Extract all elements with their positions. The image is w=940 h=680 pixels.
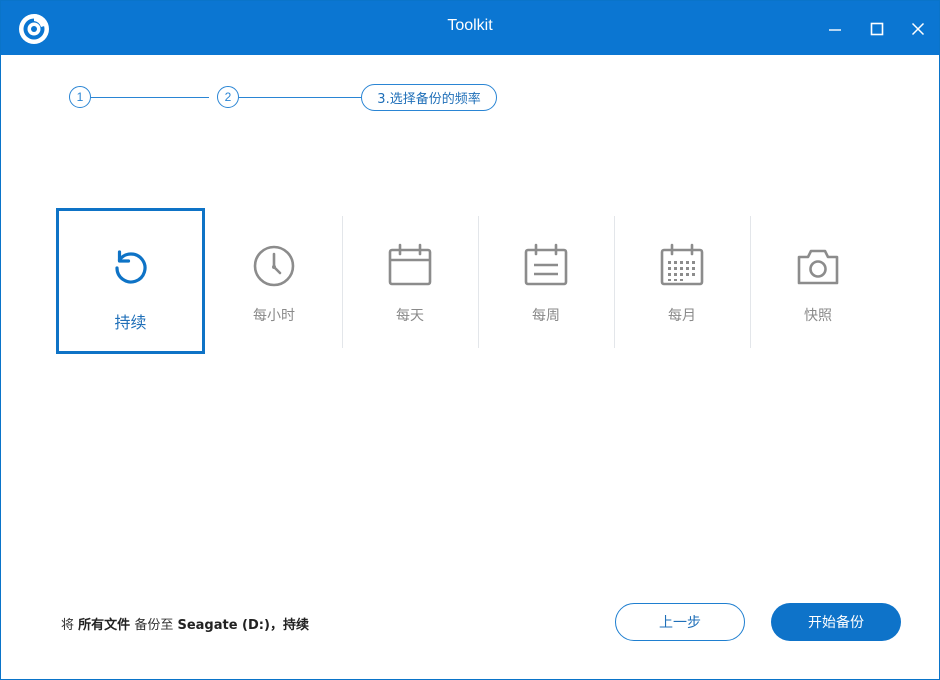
step-3-current: 3.选择备份的频率	[361, 84, 497, 111]
maximize-button[interactable]	[861, 13, 893, 45]
option-label: 每天	[396, 308, 424, 324]
continuous-icon	[114, 250, 147, 284]
summary-prefix: 将	[61, 618, 75, 633]
backup-summary: 将 所有文件 备份至 Seagate (D:)，持续	[61, 614, 309, 633]
minimize-button[interactable]	[819, 13, 851, 45]
option-label: 持续	[114, 313, 147, 332]
title-bar[interactable]: Toolkit	[1, 1, 939, 55]
calendar-day-icon	[388, 243, 432, 286]
option-snapshot[interactable]: 快照	[750, 208, 886, 353]
summary-frequency: 持续	[282, 618, 309, 633]
app-window: Toolkit 1 2 3.选择备份的频率 持续 每小时 每天 每周 每月 快照…	[0, 0, 940, 680]
summary-middle: 备份至	[134, 618, 174, 633]
summary-target: Seagate (D:)	[177, 618, 270, 633]
option-label: 每月	[668, 308, 696, 324]
step-connector	[239, 97, 361, 98]
option-weekly[interactable]: 每周	[478, 208, 614, 353]
maximize-icon	[870, 22, 884, 36]
calendar-month-icon	[660, 243, 704, 286]
back-button[interactable]: 上一步	[615, 603, 745, 641]
summary-source: 所有文件	[78, 618, 131, 633]
step-1[interactable]: 1	[69, 86, 91, 108]
step-connector	[91, 97, 209, 98]
option-label: 每周	[532, 308, 560, 324]
option-label: 每小时	[253, 308, 295, 324]
summary-comma: ，	[269, 618, 283, 633]
option-continuous[interactable]: 持续	[56, 208, 205, 354]
start-backup-button[interactable]: 开始备份	[771, 603, 901, 641]
clock-icon	[253, 245, 295, 287]
camera-icon	[797, 249, 839, 285]
close-button[interactable]	[902, 13, 934, 45]
option-hourly[interactable]: 每小时	[206, 208, 342, 353]
option-daily[interactable]: 每天	[342, 208, 478, 353]
minimize-icon	[829, 29, 841, 31]
close-icon	[911, 22, 925, 36]
calendar-week-icon	[524, 243, 568, 286]
step-2[interactable]: 2	[217, 86, 239, 108]
window-title: Toolkit	[447, 17, 493, 34]
option-monthly[interactable]: 每月	[614, 208, 750, 353]
option-label: 快照	[804, 308, 832, 324]
